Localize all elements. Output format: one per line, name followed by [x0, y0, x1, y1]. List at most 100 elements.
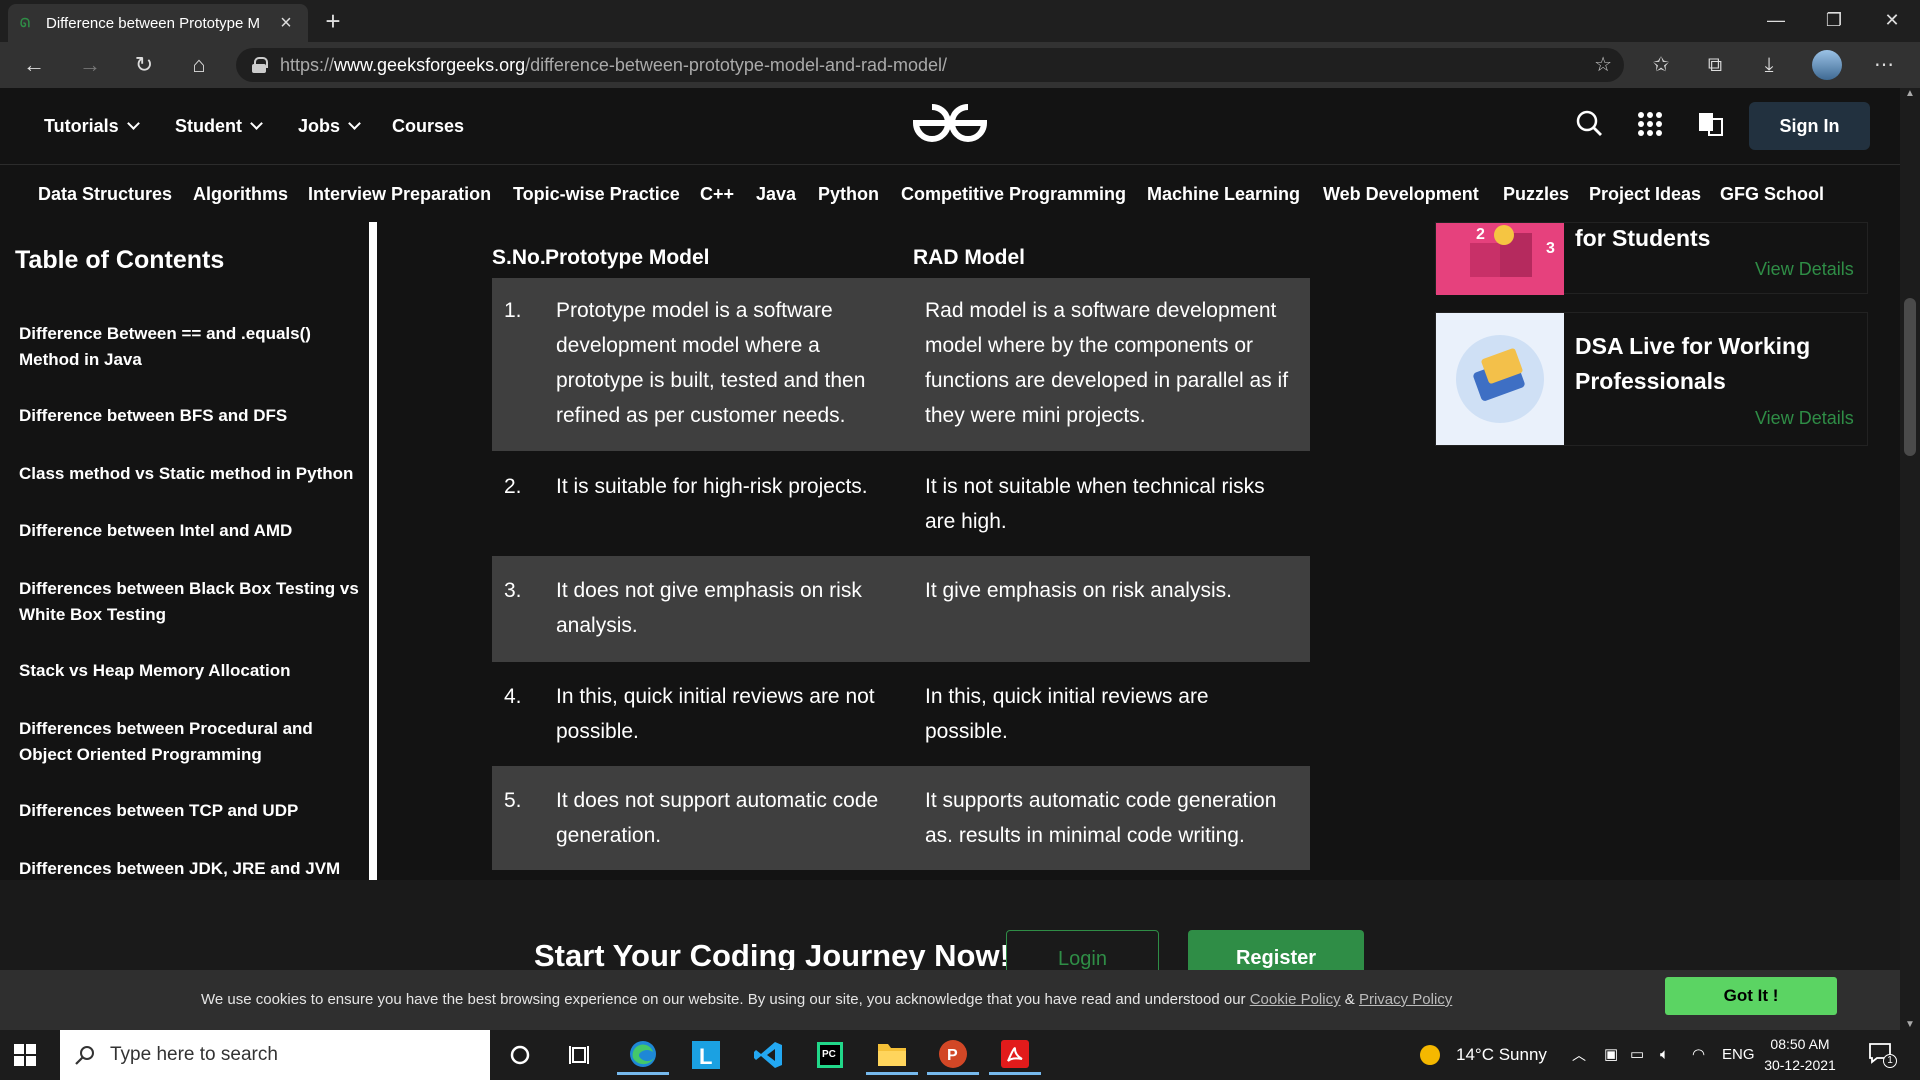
favorites-icon[interactable]: ✩	[1643, 48, 1679, 82]
subnav-project-ideas[interactable]: Project Ideas	[1589, 166, 1701, 222]
toc-item[interactable]: Differences between JDK, JRE and JVM	[19, 856, 359, 880]
profile-avatar[interactable]	[1812, 50, 1842, 80]
cell-sno: 3.	[504, 579, 522, 602]
scroll-thumb[interactable]	[1904, 298, 1916, 456]
table-of-contents: Table of Contents Difference Between == …	[0, 222, 377, 880]
browser-titlebar: ᘏ Difference between Prototype M × + — ❐…	[0, 0, 1920, 42]
toc-item[interactable]: Class method vs Static method in Python	[19, 461, 359, 487]
cell-rad: In this, quick initial reviews are possi…	[925, 685, 1209, 743]
vscode-icon[interactable]	[743, 1035, 795, 1075]
view-details-link[interactable]: View Details	[1755, 408, 1854, 429]
download-icon[interactable]: ⤓	[1751, 48, 1787, 82]
subnav-data-structures[interactable]: Data Structures	[38, 166, 172, 222]
table-row: 2. It is suitable for high-risk projects…	[492, 451, 1310, 556]
powerpoint-icon[interactable]: P	[927, 1035, 979, 1075]
toc-item[interactable]: Difference between Intel and AMD	[19, 518, 359, 544]
subnav-java[interactable]: Java	[756, 166, 796, 222]
nav-jobs[interactable]: Jobs	[298, 88, 361, 165]
sun-weather-icon[interactable]	[1419, 1044, 1441, 1066]
subnav-gfg-school[interactable]: GFG School	[1720, 166, 1824, 222]
toc-item[interactable]: Difference Between == and .equals() Meth…	[19, 321, 359, 373]
restore-icon[interactable]: ❐	[1806, 0, 1862, 40]
windows-start-icon[interactable]	[14, 1044, 36, 1066]
edge-browser-icon[interactable]	[617, 1035, 669, 1075]
show-hidden-icons-icon[interactable]: ︿	[1572, 1030, 1586, 1080]
search-icon[interactable]	[1570, 104, 1610, 144]
cell-prototype: Prototype model is a software developmen…	[556, 299, 866, 427]
url-text: https://www.geeksforgeeks.org/difference…	[280, 54, 948, 75]
card-title: for Students	[1575, 225, 1711, 251]
cell-sno: 1.	[504, 299, 522, 322]
toc-item[interactable]: Difference between BFS and DFS	[19, 403, 359, 429]
cookie-policy-link[interactable]: Cookie Policy	[1250, 991, 1341, 1008]
pycharm-icon[interactable]: PC	[804, 1035, 856, 1075]
close-tab-icon[interactable]: ×	[276, 12, 296, 35]
minimize-icon[interactable]: —	[1748, 0, 1804, 40]
collections-icon[interactable]: ⧉	[1697, 48, 1733, 82]
toc-scrollbar[interactable]	[369, 222, 377, 880]
cortana-icon[interactable]	[494, 1035, 546, 1075]
course-card[interactable]: 2 3 for Students View Details	[1435, 222, 1868, 295]
refresh-icon[interactable]: ↻	[126, 48, 162, 82]
cell-prototype: In this, quick initial reviews are not p…	[556, 685, 875, 743]
l-app-icon[interactable]: L	[680, 1035, 732, 1075]
table-row: 4. In this, quick initial reviews are no…	[492, 662, 1310, 766]
subnav-algorithms[interactable]: Algorithms	[193, 166, 288, 222]
toc-item[interactable]: Differences between TCP and UDP	[19, 798, 359, 824]
sign-in-button[interactable]: Sign In	[1749, 102, 1870, 150]
toc-item[interactable]: Stack vs Heap Memory Allocation	[19, 658, 359, 684]
taskbar-search-box[interactable]: Type here to search	[60, 1030, 490, 1080]
address-bar[interactable]: https://www.geeksforgeeks.org/difference…	[236, 48, 1624, 82]
privacy-policy-link[interactable]: Privacy Policy	[1359, 991, 1452, 1008]
cell-rad: It give emphasis on risk analysis.	[925, 579, 1232, 602]
svg-text:P: P	[947, 1047, 958, 1064]
cell-rad: It supports automatic code generation as…	[925, 789, 1277, 847]
meet-now-icon[interactable]: ▣	[1604, 1030, 1618, 1080]
volume-icon[interactable]: 🔈︎	[1660, 1030, 1669, 1080]
wifi-icon[interactable]: ◠	[1692, 1030, 1705, 1080]
close-window-icon[interactable]: ✕	[1864, 0, 1920, 40]
language-indicator[interactable]: ENG	[1722, 1030, 1755, 1080]
back-icon[interactable]: ←	[16, 48, 52, 82]
toc-item[interactable]: Differences between Procedural and Objec…	[19, 716, 359, 768]
home-icon[interactable]: ⌂	[181, 48, 217, 82]
table-row: 5. It does not support automatic code ge…	[492, 766, 1310, 870]
gfg-logo[interactable]	[912, 100, 988, 146]
add-favorite-icon[interactable]: ☆	[1594, 52, 1612, 77]
toc-item[interactable]: Differences between Black Box Testing vs…	[19, 576, 359, 628]
course-card[interactable]: DSA Live for Working Professionals View …	[1435, 312, 1868, 446]
system-clock[interactable]: 08:50 AM 30-12-2021	[1758, 1034, 1842, 1076]
view-details-link[interactable]: View Details	[1755, 259, 1854, 280]
got-it-button[interactable]: Got It !	[1665, 977, 1837, 1015]
acrobat-icon[interactable]	[989, 1035, 1041, 1075]
subnav-web-development[interactable]: Web Development	[1323, 166, 1479, 222]
nav-courses[interactable]: Courses	[392, 88, 464, 165]
table-row: 3. It does not give emphasis on risk ana…	[492, 556, 1310, 662]
battery-icon[interactable]: ▭	[1630, 1030, 1644, 1080]
subnav-competitive-programming[interactable]: Competitive Programming	[901, 166, 1126, 222]
subnav-cpp[interactable]: C++	[700, 166, 734, 222]
cell-sno: 4.	[504, 685, 522, 708]
page-scrollbar[interactable]: ▲ ▼	[1900, 88, 1920, 1030]
task-view-icon[interactable]	[554, 1035, 606, 1075]
subnav-machine-learning[interactable]: Machine Learning	[1147, 166, 1300, 222]
nav-student[interactable]: Student	[175, 88, 263, 165]
new-tab-button[interactable]: +	[316, 4, 350, 38]
notifications-icon[interactable]: 1	[1868, 1042, 1897, 1068]
cell-rad: It is not suitable when technical risks …	[925, 475, 1265, 533]
forward-icon[interactable]: →	[72, 48, 108, 82]
subnav-python[interactable]: Python	[818, 166, 879, 222]
subnav-puzzles[interactable]: Puzzles	[1503, 166, 1569, 222]
chevron-down-icon	[348, 117, 361, 130]
subnav-topic-wise-practice[interactable]: Topic-wise Practice	[513, 166, 680, 222]
translate-icon[interactable]	[1690, 104, 1730, 144]
weather-text[interactable]: 14°C Sunny	[1456, 1030, 1547, 1080]
scroll-down-icon[interactable]: ▼	[1900, 1019, 1920, 1030]
more-menu-icon[interactable]: ⋯	[1866, 48, 1902, 82]
nav-tutorials[interactable]: Tutorials	[44, 88, 140, 165]
file-explorer-icon[interactable]	[866, 1035, 918, 1075]
apps-grid-icon[interactable]	[1630, 104, 1670, 144]
browser-tab[interactable]: ᘏ Difference between Prototype M ×	[8, 4, 308, 42]
subnav-interview-preparation[interactable]: Interview Preparation	[308, 166, 491, 222]
scroll-up-icon[interactable]: ▲	[1900, 88, 1920, 99]
